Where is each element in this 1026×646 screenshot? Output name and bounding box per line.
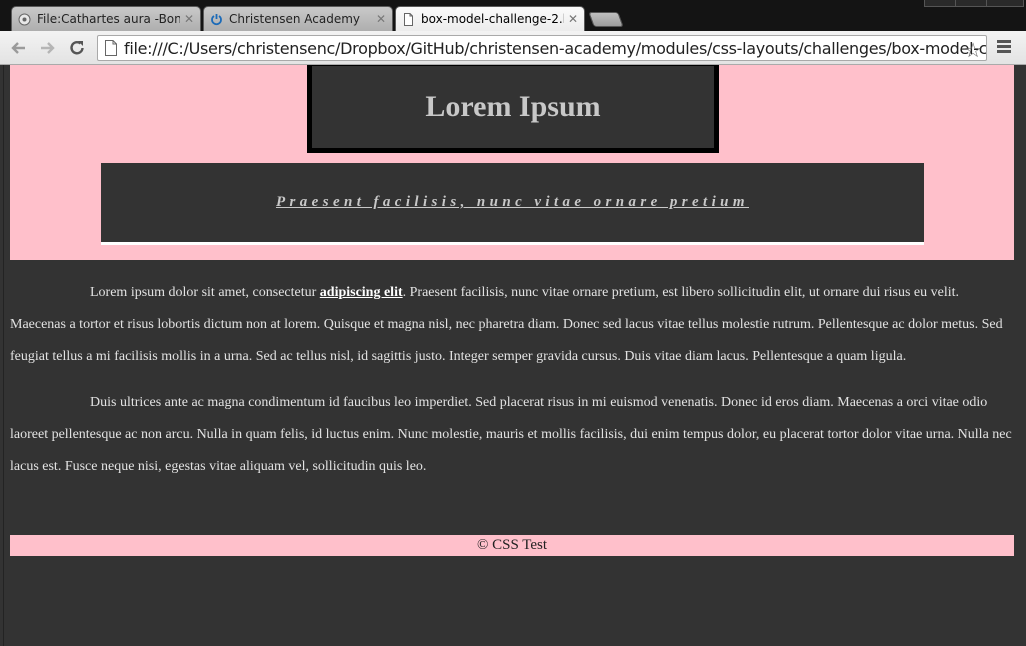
title-box: Lorem Ipsum (307, 65, 719, 153)
power-icon (211, 13, 222, 25)
url-text: file:///C:/Users/christensenc/Dropbox/Gi… (124, 38, 986, 58)
page-header: Lorem Ipsum Praesent facilisis, nunc vit… (10, 65, 1014, 260)
paragraph-1-text: Lorem ipsum dolor sit amet, consectetur (90, 285, 320, 300)
paragraph-2: Duis ultrices ante ac magna condimentum … (10, 395, 1012, 474)
address-bar[interactable]: file:///C:/Users/christensenc/Dropbox/Gi… (97, 35, 987, 63)
menu-bar-icon (997, 45, 1011, 48)
window-close-button[interactable] (986, 0, 1024, 7)
menu-bar-icon (997, 40, 1011, 43)
tab-close-icon[interactable]: ✕ (184, 12, 194, 26)
bookmark-star-icon[interactable]: ☆ (964, 38, 982, 63)
tab-close-icon[interactable]: ✕ (376, 12, 386, 26)
tab-cathartes[interactable]: File:Cathartes aura -Bonito ✕ (11, 6, 201, 31)
page-viewport: Lorem Ipsum Praesent facilisis, nunc vit… (0, 65, 1026, 646)
scrollbar[interactable] (1019, 65, 1026, 646)
reload-icon (70, 41, 84, 55)
adipiscing-elit-link[interactable]: adipiscing elit (320, 285, 403, 300)
new-tab-button[interactable] (588, 12, 624, 27)
browser-toolbar: file:///C:/Users/christensenc/Dropbox/Gi… (0, 31, 1026, 65)
forward-arrow-icon (41, 42, 55, 54)
main-content: Lorem ipsum dolor sit amet, consectetur … (10, 277, 1014, 497)
minimize-button[interactable] (924, 0, 956, 7)
menu-bar-icon (997, 50, 1011, 53)
subtitle-box: Praesent facilisis, nunc vitae ornare pr… (101, 163, 924, 245)
tab-box-model-challenge[interactable]: box-model-challenge-2.htm ✕ (395, 6, 585, 31)
back-button[interactable] (8, 37, 30, 59)
page-subtitle: Praesent facilisis, nunc vitae ornare pr… (275, 194, 749, 210)
tab-label: Christensen Academy (229, 12, 360, 26)
tab-label: File:Cathartes aura -Bonito (37, 12, 180, 26)
paragraph-1: Lorem ipsum dolor sit amet, consectetur … (10, 277, 1014, 373)
reload-button[interactable] (66, 37, 88, 59)
page-icon (105, 40, 117, 56)
wikipedia-icon (18, 13, 31, 25)
maximize-button[interactable] (955, 0, 987, 7)
page-icon (404, 12, 413, 26)
page-title: Lorem Ipsum (425, 90, 601, 123)
tab-close-icon[interactable]: ✕ (568, 12, 578, 26)
back-arrow-icon (11, 42, 25, 54)
page-footer: © CSS Test (10, 535, 1014, 556)
tab-strip: File:Cathartes aura -Bonito ✕ Christense… (0, 0, 1026, 31)
tab-label: box-model-challenge-2.htm (421, 12, 564, 26)
menu-button[interactable] (997, 40, 1011, 55)
page-edge (3, 65, 4, 646)
forward-button[interactable] (36, 37, 58, 59)
tab-christensen-academy[interactable]: Christensen Academy ✕ (203, 6, 393, 31)
